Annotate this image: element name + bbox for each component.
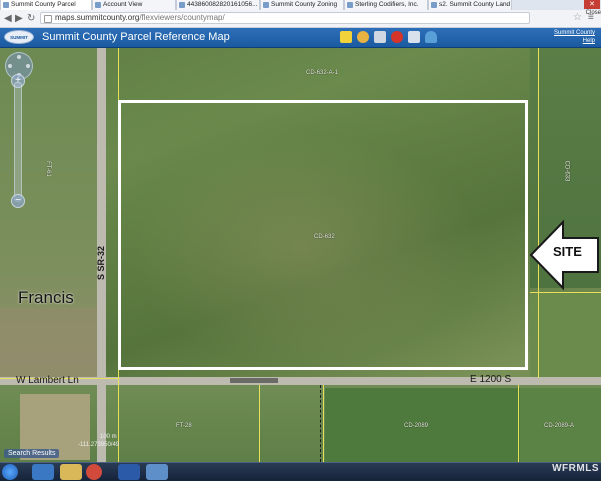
tab-favicon xyxy=(95,2,101,8)
parcel-line xyxy=(323,385,324,462)
forward-arrow-icon[interactable]: ▶ xyxy=(15,13,23,24)
wfrmls-watermark: WFRMLS xyxy=(552,463,599,474)
tab-favicon xyxy=(431,2,437,8)
tab-label: 443860082820161056... xyxy=(187,1,258,8)
parcel-line xyxy=(538,48,539,378)
pan-right-icon[interactable] xyxy=(26,64,30,68)
map-status-area: Search Results xyxy=(0,444,130,462)
file-explorer-icon[interactable] xyxy=(60,464,82,480)
tab-document[interactable]: 443860082820161056... xyxy=(176,0,260,10)
tab-label: Summit County Zoning xyxy=(271,1,338,8)
summit-county-link[interactable]: Summit County xyxy=(554,29,595,37)
tab-label: Sterling Codifiers, Inc. xyxy=(355,1,419,8)
app-window-icon[interactable] xyxy=(146,464,168,480)
parcel-line xyxy=(530,292,601,293)
search-tool-icon[interactable] xyxy=(408,31,420,43)
help-link[interactable]: Help xyxy=(554,37,595,45)
francis-town-area xyxy=(0,308,100,378)
road-label-sr32: S SR-32 xyxy=(96,245,107,281)
parcel-line xyxy=(259,385,260,462)
tab-label: s2. Summit County Land xyxy=(439,1,511,8)
parcel-label: CD-632-A-1 xyxy=(306,70,339,76)
internet-explorer-icon[interactable] xyxy=(32,464,54,480)
parcel-label: FT-28 xyxy=(176,423,192,429)
tab-sterling-codifiers[interactable]: Sterling Codifiers, Inc. xyxy=(344,0,428,10)
county-logo: SUMMIT xyxy=(4,30,34,44)
header-links: Summit County Help xyxy=(554,29,595,45)
tab-summit-county-zoning[interactable]: Summit County Zoning xyxy=(260,0,344,10)
tab-favicon xyxy=(3,2,9,8)
chrome-icon[interactable] xyxy=(86,464,102,480)
parcel-line xyxy=(518,385,519,462)
tab-label: Account View xyxy=(103,1,143,8)
parcel-label: CD-2089-A xyxy=(544,423,575,429)
pan-left-icon[interactable] xyxy=(8,64,12,68)
pan-up-icon[interactable] xyxy=(17,55,21,59)
parcel-label: CD-633 xyxy=(563,160,570,182)
tab-summit-county-land[interactable]: s2. Summit County Land xyxy=(428,0,512,10)
url-path: /flexviewers/countymap/ xyxy=(139,13,225,22)
start-button[interactable] xyxy=(2,464,18,480)
map-view[interactable]: CD-632-A-1 CD-632 CD-633 FT-61 FT-28 CD-… xyxy=(0,48,601,462)
east-field-lower xyxy=(530,293,601,377)
boundary-line xyxy=(320,385,322,462)
tab-favicon xyxy=(179,2,185,8)
scale-label: 100 m xyxy=(100,434,117,440)
address-bar: ◀ ▶ ↻ maps.summitcounty.org/flexviewers/… xyxy=(0,10,601,28)
close-tooltip: Close xyxy=(585,10,601,16)
pencil-tool-icon[interactable] xyxy=(340,31,352,43)
zoom-slider[interactable] xyxy=(14,82,22,202)
search-results-tab[interactable]: Search Results xyxy=(4,449,60,458)
place-label-francis: Francis xyxy=(18,288,74,307)
url-host: maps.summitcounty.org xyxy=(55,13,140,22)
stop-icon[interactable] xyxy=(391,31,403,43)
basemap-icon[interactable] xyxy=(425,31,437,43)
taskbar xyxy=(0,462,601,481)
road-label-1200s: E 1200 S xyxy=(470,374,512,385)
site-label: SITE xyxy=(553,244,582,259)
parcel-label: CD-632 xyxy=(314,234,335,240)
back-arrow-icon[interactable]: ◀ xyxy=(4,13,12,24)
measure-tool-icon[interactable] xyxy=(357,31,369,43)
url-field[interactable]: maps.summitcounty.org/flexviewers/county… xyxy=(40,12,530,24)
print-icon[interactable] xyxy=(374,31,386,43)
road-segment-dark xyxy=(230,378,278,383)
tab-favicon xyxy=(263,2,269,8)
app-header: SUMMIT Summit County Parcel Reference Ma… xyxy=(0,28,601,48)
road-label-lambert: W Lambert Ln xyxy=(16,375,79,386)
tab-favicon xyxy=(347,2,353,8)
bookmark-star-icon[interactable]: ☆ xyxy=(573,12,582,23)
tab-account-view[interactable]: Account View xyxy=(92,0,176,10)
parcel-label: FT-61 xyxy=(44,161,51,177)
app-title: Summit County Parcel Reference Map xyxy=(42,31,230,43)
zoom-out-button[interactable]: − xyxy=(11,194,25,208)
word-icon[interactable] xyxy=(118,464,140,480)
reload-icon[interactable]: ↻ xyxy=(27,13,35,24)
tab-label: Summit County Parcel xyxy=(11,1,76,8)
parcel-label: CD-2089 xyxy=(404,423,429,429)
page-info-icon xyxy=(44,15,52,23)
logo-text: SUMMIT xyxy=(10,35,28,40)
tab-summit-county-parcel[interactable]: Summit County Parcel xyxy=(0,0,92,10)
window-close-button[interactable]: ✕ xyxy=(584,0,600,9)
